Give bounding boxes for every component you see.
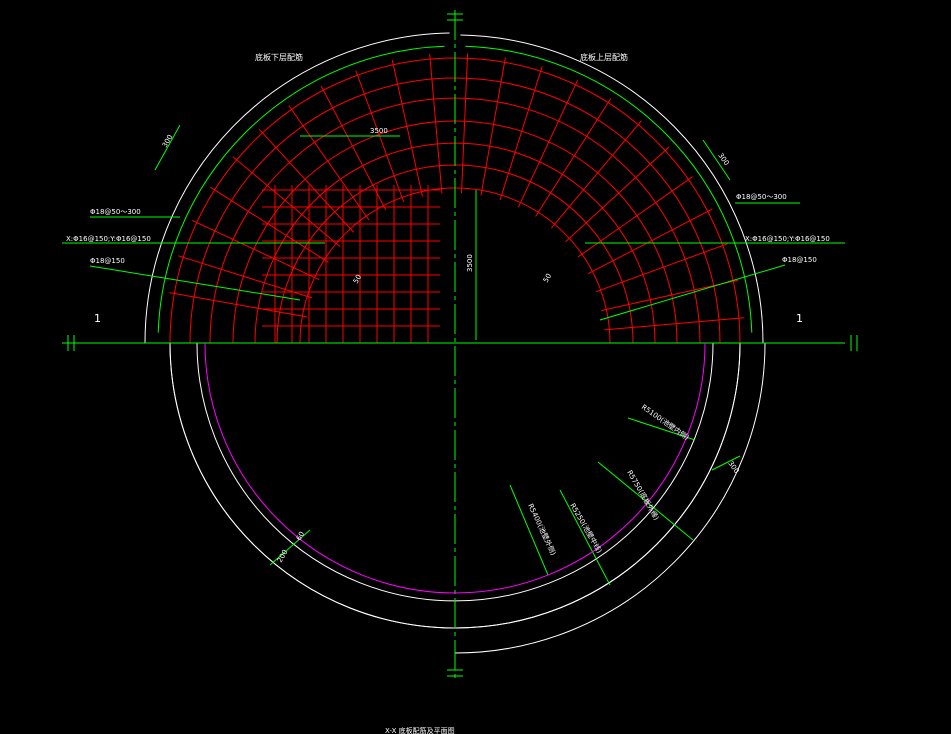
text-layer: 底板下层配筋 底板上层配筋 1 1 Φ18@50～300 X:Φ16@150;Y…: [66, 52, 830, 734]
rebar-label-right-1: Φ18@50～300: [736, 193, 787, 201]
dim-300-ring: 300: [726, 460, 740, 476]
rebar-label-left-3: Φ18@150: [90, 257, 125, 265]
rebar-layer: [169, 53, 744, 344]
rebar-radial: [429, 54, 443, 194]
radius-label-2: R5400(池壁外侧): [526, 502, 558, 557]
rebar-label-right-3: Φ18@150: [782, 256, 817, 264]
leader-right-3: [599, 264, 786, 321]
radius-label-3: R5250(池壁中线): [568, 502, 604, 555]
rebar-label-right-2: X:Φ16@150;Y:Φ16@150: [745, 235, 830, 243]
rebar-radial: [587, 208, 713, 275]
dimension-layer: [62, 10, 858, 680]
rebar-radial: [604, 317, 744, 331]
dim-3500-vertical: 3500: [466, 254, 474, 272]
rebar-radial: [191, 219, 320, 281]
dim-3500-horizontal: 3500: [370, 127, 388, 135]
outer-edge-arc-right: [460, 34, 764, 344]
section-mark-left: 1: [94, 312, 101, 325]
dim-300-left: 300: [161, 133, 175, 149]
rebar-radial: [517, 79, 579, 208]
title-left: 底板下层配筋: [255, 52, 303, 62]
rebar-label-left-1: Φ18@50～300: [90, 208, 141, 216]
rebar-label-left-2: X:Φ16@150;Y:Φ16@150: [66, 235, 151, 243]
rebar-radial: [551, 120, 642, 229]
radius-label-1: R5100(池壁内侧): [640, 402, 691, 442]
dim-200: 200: [276, 548, 290, 564]
green-arc-right: [465, 45, 753, 333]
rebar-radial: [577, 176, 693, 258]
dim-50-right: 50: [542, 272, 553, 284]
rebar-radial: [288, 105, 370, 221]
dim-300-right: 300: [716, 152, 730, 168]
dim-60: 60: [295, 530, 306, 542]
cad-drawing: 底板下层配筋 底板上层配筋 1 1 Φ18@50～300 X:Φ16@150;Y…: [62, 10, 858, 734]
lower-outer-ring-right: [454, 342, 766, 654]
rebar-radial: [258, 128, 355, 233]
rebar-radial: [461, 53, 469, 194]
title-right: 底板上层配筋: [580, 52, 628, 62]
rebar-radial: [595, 243, 728, 293]
green-arc-left: [157, 45, 445, 333]
section-mark-right: 1: [796, 312, 803, 325]
rebar-radial: [320, 85, 387, 211]
rebar-radial: [232, 156, 341, 247]
bottom-caption: X-X 底板配筋及平面图: [385, 726, 455, 734]
radius-label-4: R5750(底板外缘): [625, 469, 661, 522]
rebar-radial: [565, 146, 670, 243]
radius-leader-3: [559, 489, 611, 586]
